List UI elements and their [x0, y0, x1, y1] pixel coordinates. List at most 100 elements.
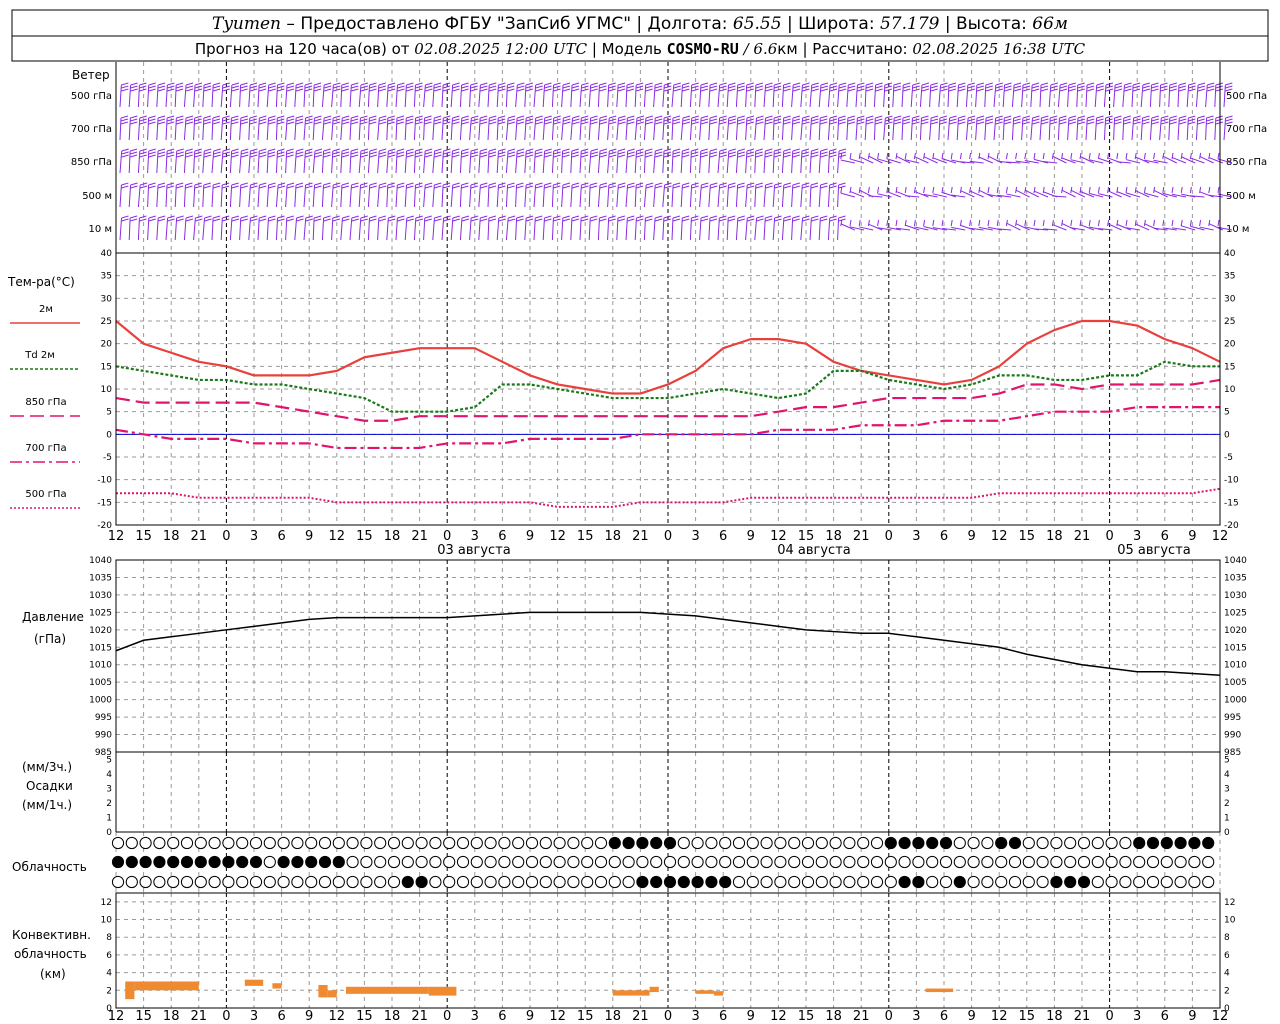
- wind-barb-feather: [1077, 121, 1086, 125]
- wind-barb-feather: [858, 219, 861, 227]
- conv-cloud-bar: [428, 986, 457, 996]
- wind-barb: [202, 148, 212, 174]
- wind-barb-feather: [286, 215, 294, 219]
- wind-barb-shaft: [800, 117, 804, 141]
- wind-barb-shaft: [331, 150, 334, 174]
- wind-barb: [432, 82, 442, 108]
- wind-barb-feather: [286, 154, 294, 158]
- wind-barb: [220, 115, 230, 141]
- wind-barb-shaft: [321, 84, 325, 108]
- wind-barb: [1011, 115, 1021, 141]
- wind-barb-feather: [222, 215, 230, 219]
- cloud-cover-symbol: [443, 875, 456, 889]
- wind-barb-feather: [921, 115, 929, 119]
- wind-barb-feather: [1096, 118, 1104, 122]
- cloud-cover-symbol: [180, 855, 194, 869]
- wind-barb-feather: [728, 215, 736, 219]
- wind-barb-feather: [442, 85, 451, 89]
- x-tick-label-temp: 3: [250, 529, 258, 544]
- wind-barb-feather: [259, 148, 267, 152]
- wind-barb-feather: [617, 148, 626, 152]
- wind-barb-feather: [148, 151, 156, 155]
- wind-barb-feather: [664, 185, 672, 189]
- wind-barb-feather: [783, 154, 791, 158]
- wind-barb-feather: [1013, 88, 1022, 92]
- wind-barb-feather: [130, 82, 138, 86]
- wind-barb-feather: [304, 85, 313, 89]
- wind-barb: [579, 115, 589, 141]
- wind-barb: [202, 115, 211, 141]
- wind-barb-shaft: [717, 217, 720, 241]
- wind-barb-feather: [608, 185, 617, 189]
- wind-barb-feather: [167, 82, 175, 86]
- wind-barb: [919, 82, 930, 108]
- wind-barb-feather: [508, 215, 516, 219]
- wind-barb-feather: [333, 82, 341, 86]
- wind-barb-feather: [516, 185, 524, 189]
- wind-barb-shaft: [1085, 117, 1088, 141]
- temp-y-tick: -15: [97, 498, 112, 508]
- wind-barb-feather: [755, 88, 764, 92]
- wind-barb-feather: [866, 118, 874, 122]
- cloud-cover-symbol: [484, 875, 497, 889]
- wind-barb-feather: [1077, 85, 1085, 89]
- wind-barb: [643, 182, 654, 208]
- wind-barb-feather: [783, 218, 792, 222]
- wind-barb-feather: [1059, 82, 1068, 86]
- wind-barb-feather: [765, 215, 773, 219]
- wind-barb-feather: [443, 115, 451, 119]
- wind-barb: [965, 82, 975, 108]
- wind-barb-feather: [1114, 85, 1123, 89]
- wind-barb-shaft: [1030, 117, 1034, 141]
- wind-barb-shaft: [524, 117, 527, 141]
- wind-barb-feather: [480, 121, 488, 125]
- wind-barb: [1070, 219, 1085, 231]
- wind-barb-feather: [829, 185, 837, 189]
- wind-barb-feather: [1206, 118, 1214, 122]
- wind-barb-feather: [535, 218, 543, 222]
- wind-barb-shaft: [689, 150, 692, 174]
- wind-barb-shaft: [781, 117, 785, 141]
- header-alt: 66м: [1032, 14, 1068, 34]
- cloud-cover-symbol: [581, 875, 594, 889]
- wind-barb-feather: [1169, 121, 1177, 125]
- wind-barb-shaft: [689, 184, 693, 208]
- header-city: Tyumen: [212, 14, 281, 34]
- wind-barb-feather: [323, 182, 331, 186]
- wind-barb: [910, 115, 920, 141]
- wind-barb-shaft: [119, 184, 122, 208]
- wind-barb-shaft: [156, 217, 159, 241]
- x-tick-label-temp: 3: [912, 529, 920, 544]
- wind-barb-feather: [985, 88, 993, 92]
- wind-barb-feather: [875, 82, 883, 86]
- wind-barb-shaft: [542, 184, 545, 208]
- wind-barb-feather: [737, 182, 745, 186]
- wind-barb-feather: [378, 82, 387, 86]
- wind-barb-feather: [774, 148, 782, 152]
- wind-barb-shaft: [487, 184, 490, 208]
- wind-barb: [634, 115, 645, 141]
- cloud-cover-symbol: [870, 875, 884, 889]
- wind-barb-shaft: [809, 84, 813, 108]
- wind-barb-shaft: [809, 184, 812, 208]
- wind-barb: [745, 148, 755, 174]
- wind-barb-feather: [627, 118, 635, 122]
- wind-barb: [1205, 115, 1214, 141]
- wind-barb: [285, 82, 295, 108]
- wind-barb-feather: [774, 115, 782, 119]
- wind-barb-feather: [1151, 88, 1159, 92]
- wind-barb-shaft: [910, 117, 913, 141]
- temp-legend-label: 700 гПа: [25, 443, 66, 454]
- wind-barb: [441, 148, 451, 174]
- wind-barb-feather: [351, 121, 359, 125]
- cloud-cover-symbol: [512, 836, 525, 850]
- wind-barb-feather: [1162, 152, 1165, 160]
- wind-barb-shaft: [220, 84, 224, 108]
- wind-barb: [349, 148, 359, 174]
- cloud-cover-symbol: [691, 875, 704, 889]
- wind-barb: [1103, 82, 1114, 108]
- wind-barb: [487, 148, 497, 174]
- wind-barb-feather: [1161, 121, 1169, 125]
- wind-barb: [551, 115, 561, 141]
- wind-barb-feather: [139, 121, 147, 125]
